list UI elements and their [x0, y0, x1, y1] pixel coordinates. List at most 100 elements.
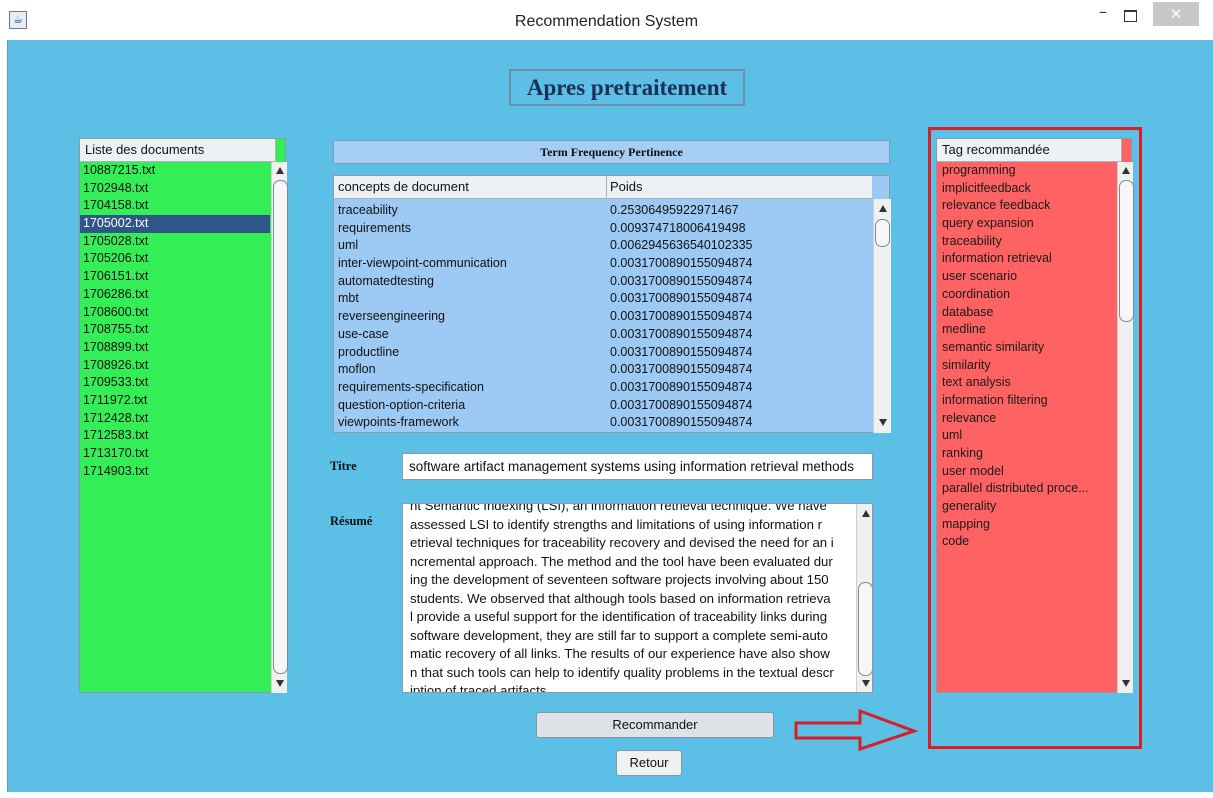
scroll-down-icon[interactable]: [1122, 680, 1130, 687]
tag-item[interactable]: uml: [937, 427, 1115, 445]
scroll-down-icon[interactable]: [276, 680, 284, 687]
list-item[interactable]: 1706151.txt: [80, 268, 270, 286]
tag-item[interactable]: code: [937, 533, 1115, 551]
concept-cell: question-option-criteria: [338, 397, 466, 412]
scroll-thumb[interactable]: [1119, 180, 1134, 322]
scroll-down-icon[interactable]: [879, 419, 887, 426]
tag-item[interactable]: database: [937, 304, 1115, 322]
tags-list-header[interactable]: Tag recommandée: [937, 139, 1122, 162]
tag-item[interactable]: information retrieval: [937, 250, 1115, 268]
table-row[interactable]: traceability 0.25306495922971467: [334, 202, 872, 220]
table-row[interactable]: moflon 0.0031700890155094874: [334, 361, 872, 379]
resume-line: assessed LSI to identify strengths and l…: [410, 516, 822, 532]
tag-item[interactable]: user scenario: [937, 268, 1115, 286]
table-row[interactable]: automatedtesting 0.0031700890155094874: [334, 273, 872, 291]
maximize-button[interactable]: [1117, 4, 1143, 26]
table-row[interactable]: mbt 0.0031700890155094874: [334, 290, 872, 308]
recommended-tags-list[interactable]: Tag recommandée programming implicitfeedb…: [936, 138, 1134, 693]
scroll-up-icon[interactable]: [862, 510, 870, 517]
table-row[interactable]: productline 0.0031700890155094874: [334, 344, 872, 362]
scroll-thumb[interactable]: [875, 219, 890, 247]
titre-field[interactable]: software artifact management systems usi…: [402, 453, 873, 480]
tag-item[interactable]: user model: [937, 463, 1115, 481]
documents-list-body: 10887215.txt 1702948.txt 1704158.txt 170500…: [80, 162, 270, 480]
table-row[interactable]: question-option-criteria 0.00317008901550…: [334, 397, 872, 415]
tag-item[interactable]: relevance: [937, 410, 1115, 428]
resume-label: Résumé: [330, 514, 373, 528]
list-item[interactable]: 1708899.txt: [80, 339, 270, 357]
poids-cell: 0.0031700890155094874: [610, 273, 753, 288]
close-button[interactable]: ✕: [1153, 2, 1199, 26]
list-item[interactable]: 10887215.txt: [80, 162, 270, 180]
list-item[interactable]: 1709533.txt: [80, 374, 270, 392]
documents-list[interactable]: Liste des documents 10887215.txt 1702948.…: [79, 138, 288, 693]
scroll-down-icon[interactable]: [862, 680, 870, 687]
term-frequency-title: Term Frequency Pertinence: [333, 140, 890, 164]
tag-item[interactable]: implicitfeedback: [937, 180, 1115, 198]
list-item[interactable]: 1711972.txt: [80, 392, 270, 410]
list-item[interactable]: 1705002.txt: [80, 215, 270, 233]
resume-scrollbar[interactable]: [856, 504, 872, 692]
scroll-up-icon[interactable]: [1122, 167, 1130, 174]
scroll-up-icon[interactable]: [879, 205, 887, 212]
tag-item[interactable]: traceability: [937, 233, 1115, 251]
column-header-poids[interactable]: Poids: [610, 176, 870, 198]
titre-label: Titre: [330, 459, 357, 473]
table-scrollbar[interactable]: [873, 199, 891, 433]
table-row[interactable]: reverseengineering 0.0031700890155094874: [334, 308, 872, 326]
list-item[interactable]: 1705028.txt: [80, 233, 270, 251]
tag-item[interactable]: ranking: [937, 445, 1115, 463]
table-row[interactable]: inter-viewpoint-communication 0.003170089…: [334, 255, 872, 273]
documents-list-header[interactable]: Liste des documents: [80, 139, 276, 162]
window-title: Recommendation System: [514, 13, 699, 30]
list-item[interactable]: 1713170.txt: [80, 445, 270, 463]
concept-cell: requirements: [338, 220, 411, 235]
retour-button[interactable]: Retour: [616, 750, 682, 776]
scroll-thumb[interactable]: [273, 180, 288, 674]
table-row[interactable]: requirements 0.009374718006419498: [334, 220, 872, 238]
resume-line: iption of traced artifacts.: [410, 683, 551, 693]
table-row[interactable]: viewpoints-framework 0.003170089015509487…: [334, 414, 872, 432]
tags-scrollbar[interactable]: [1117, 162, 1134, 693]
tag-item[interactable]: programming: [937, 162, 1115, 180]
tag-item[interactable]: similarity: [937, 357, 1115, 375]
scroll-up-icon[interactable]: [276, 167, 284, 174]
list-item[interactable]: 1702948.txt: [80, 180, 270, 198]
tag-item[interactable]: parallel distributed proce...: [937, 480, 1115, 498]
resume-textarea[interactable]: nt Semantic Indexing (LSI), an informati…: [402, 503, 873, 693]
resume-line: ing the development of seventeen softwar…: [410, 572, 829, 587]
documents-scrollbar[interactable]: [271, 162, 288, 693]
list-item[interactable]: 1706286.txt: [80, 286, 270, 304]
list-item[interactable]: 1712583.txt: [80, 427, 270, 445]
tag-item[interactable]: medline: [937, 321, 1115, 339]
list-item[interactable]: 1708600.txt: [80, 304, 270, 322]
tag-item[interactable]: query expansion: [937, 215, 1115, 233]
concept-cell: automatedtesting: [338, 273, 434, 288]
table-row[interactable]: uml 0.0062945636540102335: [334, 237, 872, 255]
concept-cell: uml: [338, 238, 359, 253]
tag-item[interactable]: mapping: [937, 516, 1115, 534]
table-row[interactable]: requirements-specification 0.003170089015…: [334, 379, 872, 397]
list-item[interactable]: 1705206.txt: [80, 250, 270, 268]
table-row[interactable]: use-case 0.0031700890155094874: [334, 326, 872, 344]
concept-cell: mbt: [338, 291, 359, 306]
concept-cell: traceability: [338, 203, 398, 217]
scroll-thumb[interactable]: [858, 582, 872, 676]
tag-item[interactable]: information filtering: [937, 392, 1115, 410]
column-header-concepts[interactable]: concepts de document: [338, 176, 603, 198]
resume-line: l provide a useful support for the ident…: [410, 609, 828, 624]
list-item[interactable]: 1708755.txt: [80, 321, 270, 339]
tag-item[interactable]: semantic similarity: [937, 339, 1115, 357]
tag-item[interactable]: text analysis: [937, 374, 1115, 392]
list-item[interactable]: 1704158.txt: [80, 197, 270, 215]
tag-item[interactable]: generality: [937, 498, 1115, 516]
recommander-button[interactable]: Recommander: [536, 712, 774, 738]
minimize-button[interactable]: –: [1090, 4, 1116, 26]
term-frequency-table[interactable]: concepts de document Poids traceability 0…: [333, 175, 891, 433]
tag-item[interactable]: coordination: [937, 286, 1115, 304]
list-item[interactable]: 1712428.txt: [80, 410, 270, 428]
list-item[interactable]: 1708926.txt: [80, 357, 270, 375]
tag-item[interactable]: relevance feedback: [937, 197, 1115, 215]
list-item[interactable]: 1714903.txt: [80, 463, 270, 481]
resume-line: nt Semantic Indexing (LSI), an informati…: [410, 503, 827, 513]
